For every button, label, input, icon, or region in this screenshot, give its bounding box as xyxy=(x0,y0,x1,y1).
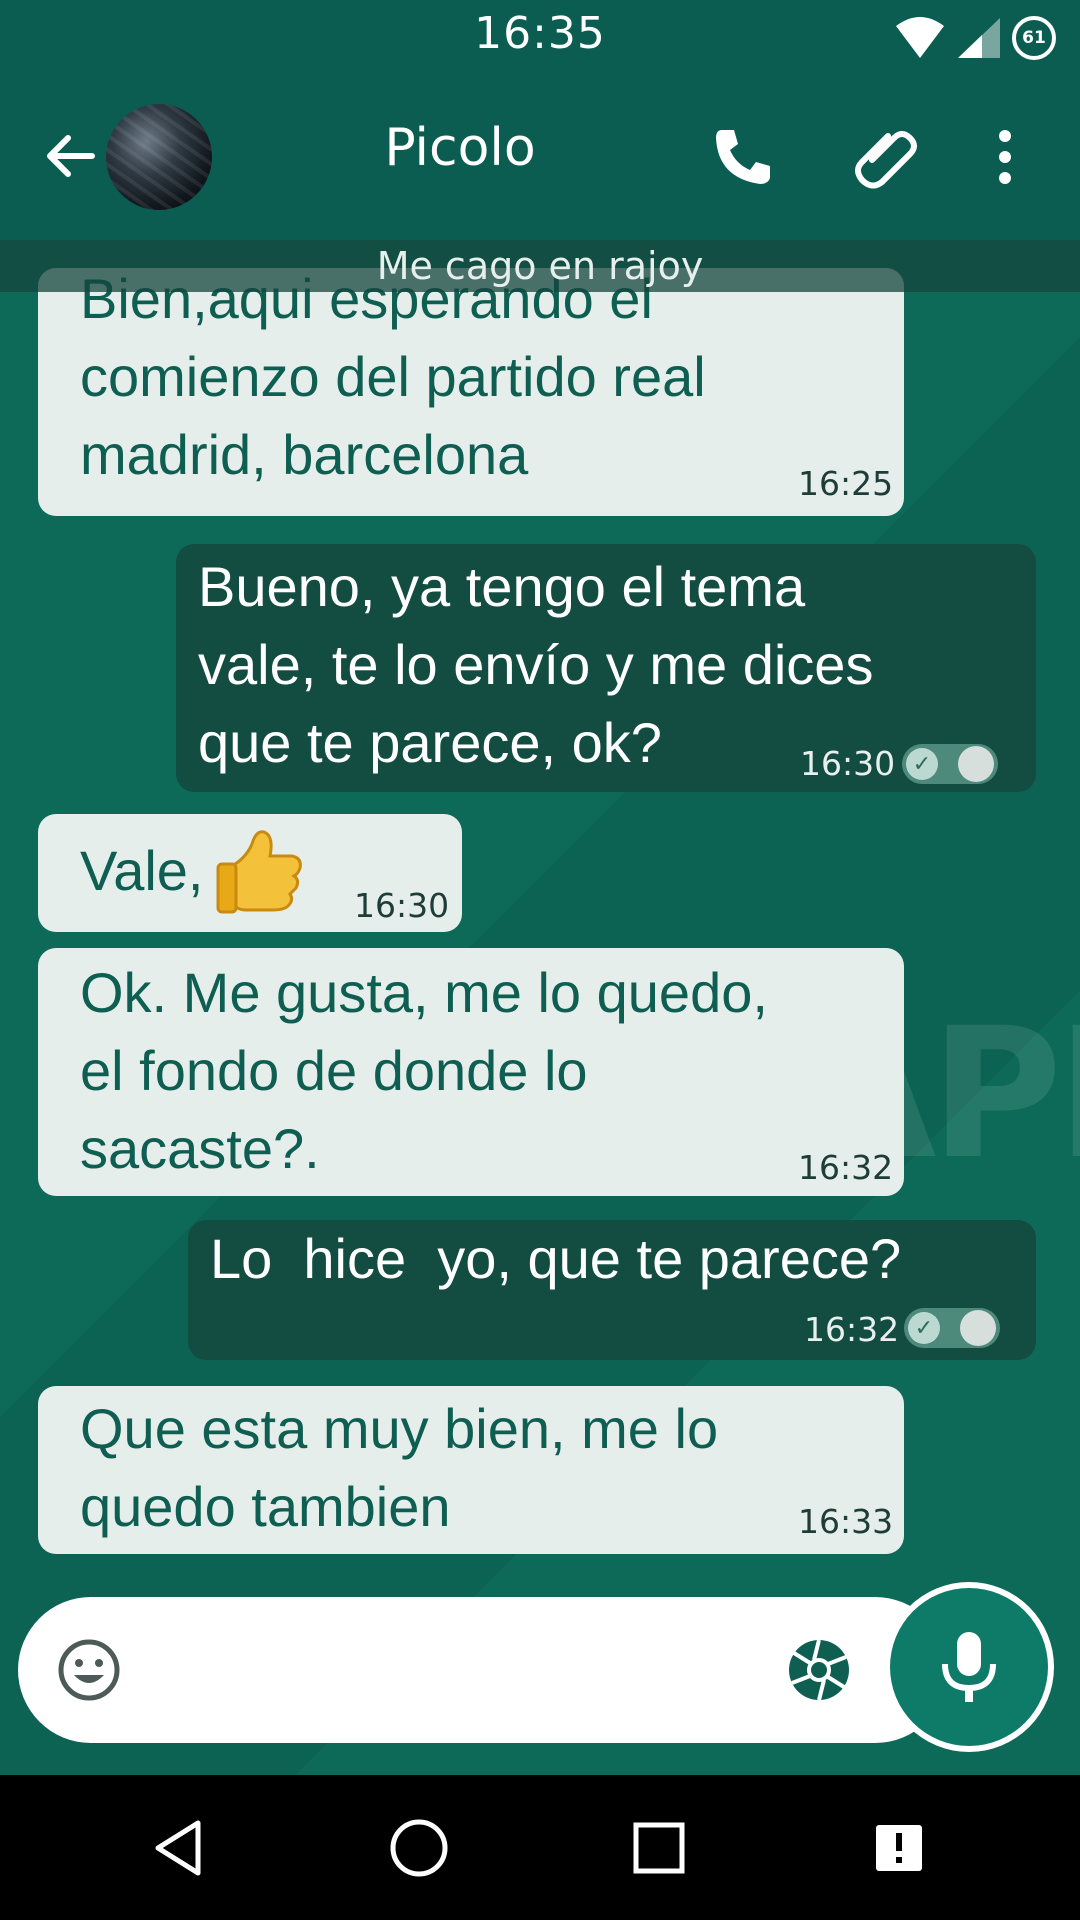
message-outgoing[interactable]: Bueno, ya tengo el tema vale, te lo enví… xyxy=(176,544,1036,792)
message-time: 16:32 xyxy=(804,1310,900,1349)
message-time: 16:25 xyxy=(798,464,894,503)
chat-area[interactable]: YO WHATSAPP Me cago en rajoy Bien,aqui e… xyxy=(0,240,1080,1775)
navigation-bar xyxy=(0,1775,1080,1920)
status-bar: 16:35 61 xyxy=(0,0,1080,76)
nav-recents-icon[interactable] xyxy=(626,1815,692,1881)
paperclip-icon[interactable] xyxy=(850,122,920,192)
nav-home-icon[interactable] xyxy=(386,1815,452,1881)
message-text: Vale, xyxy=(80,839,204,902)
message-incoming[interactable]: Ok. Me gusta, me lo quedo, el fondo de d… xyxy=(38,948,904,1196)
contact-name[interactable]: Picolo xyxy=(330,118,590,178)
message-time: 16:33 xyxy=(798,1502,894,1541)
back-arrow-icon[interactable] xyxy=(40,126,100,186)
message-text: Lo hice yo, que te parece? xyxy=(210,1227,902,1290)
message-input-bar[interactable] xyxy=(18,1597,948,1743)
mic-button[interactable] xyxy=(884,1582,1054,1752)
camera-icon[interactable] xyxy=(786,1637,852,1703)
message-incoming[interactable]: Vale, 16:30 xyxy=(38,814,462,932)
message-text: Bueno, ya tengo el tema vale, te lo enví… xyxy=(198,555,874,774)
avatar[interactable] xyxy=(106,104,212,210)
wifi-icon xyxy=(896,17,944,58)
phone-icon[interactable] xyxy=(708,122,778,192)
message-text: Ok. Me gusta, me lo quedo, el fondo de d… xyxy=(80,961,768,1180)
thumbs-up-icon xyxy=(216,830,302,914)
battery-icon: 61 xyxy=(1012,16,1056,60)
message-text: Bien,aqui esperando el comienzo del part… xyxy=(80,267,706,486)
app-bar: Picolo xyxy=(0,76,1080,240)
pinned-banner: Me cago en rajoy xyxy=(0,240,1080,292)
message-time: 16:30 xyxy=(354,886,450,925)
mic-icon xyxy=(942,1632,996,1702)
message-incoming[interactable]: Bien,aqui esperando el comienzo del part… xyxy=(38,267,904,516)
message-outgoing[interactable]: Lo hice yo, que te parece? 16:32 ✓ xyxy=(188,1220,1036,1360)
read-receipt-icon: ✓ xyxy=(904,1308,1000,1348)
message-text: Que esta muy bien, me lo quedo tambien xyxy=(80,1397,719,1538)
status-icons: 61 xyxy=(894,12,1056,64)
signal-icon xyxy=(958,18,1000,58)
more-vert-icon[interactable] xyxy=(980,122,1030,192)
message-time: 16:32 xyxy=(798,1148,894,1187)
nav-menu-icon[interactable] xyxy=(866,1815,932,1881)
message-time: 16:30 xyxy=(800,744,896,783)
message-incoming[interactable]: Que esta muy bien, me lo quedo tambien 1… xyxy=(38,1386,904,1554)
emoji-icon[interactable] xyxy=(56,1637,122,1703)
nav-back-icon[interactable] xyxy=(146,1815,212,1881)
read-receipt-icon: ✓ xyxy=(902,744,998,784)
